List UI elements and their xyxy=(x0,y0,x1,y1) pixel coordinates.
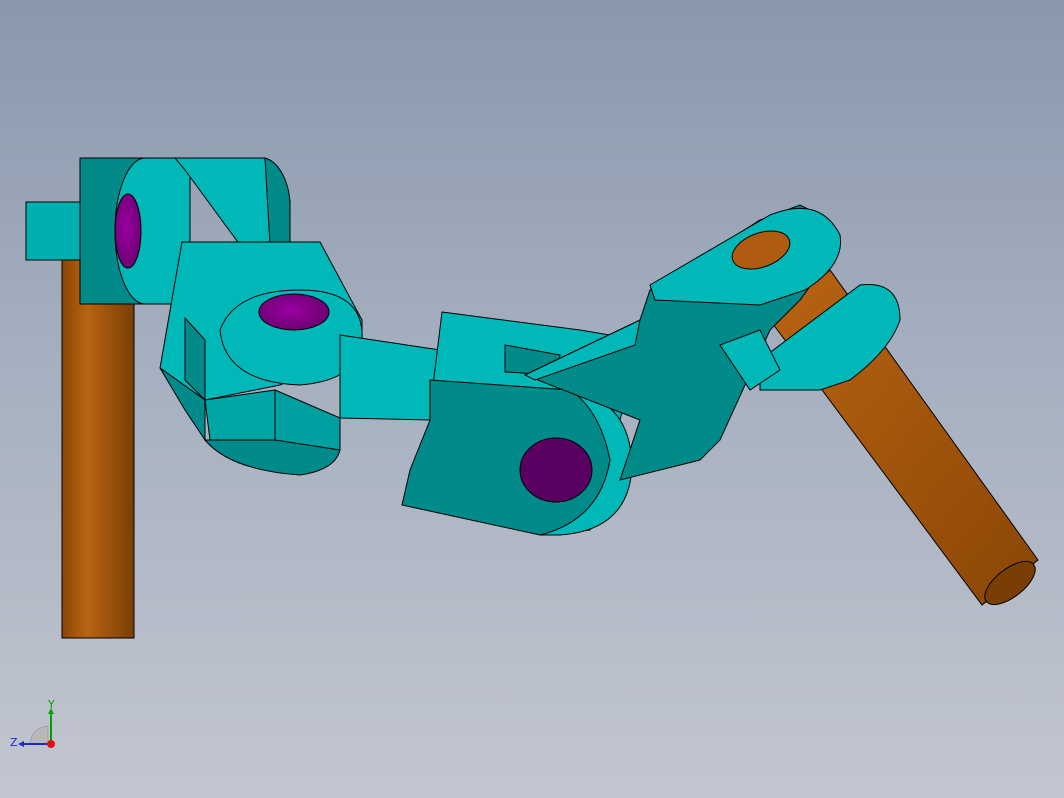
left-shaft[interactable] xyxy=(61,249,135,639)
y-axis-label: Y xyxy=(47,700,55,711)
x-axis-dot xyxy=(47,740,55,748)
z-axis-label: Z xyxy=(10,736,18,749)
cad-viewport[interactable]: Y Z xyxy=(0,0,1064,798)
assembly-model[interactable] xyxy=(0,0,1064,798)
orientation-triad[interactable]: Y Z xyxy=(8,700,68,760)
